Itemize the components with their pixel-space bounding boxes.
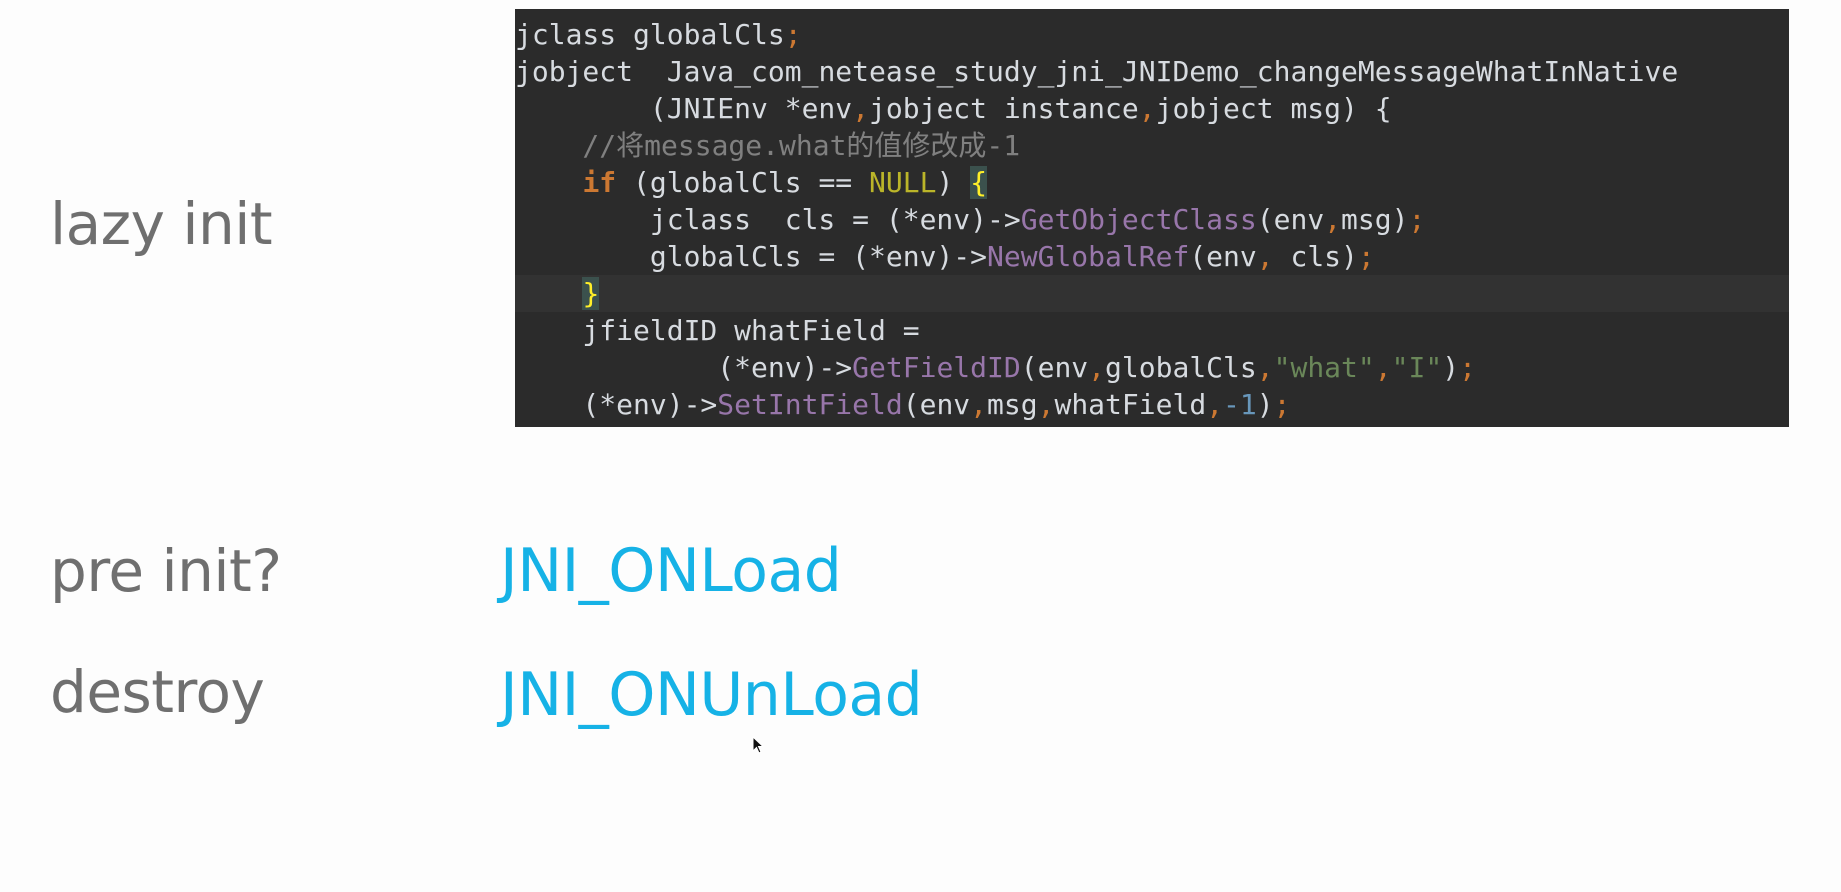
code-line: globalCls = (*env)->NewGlobalRef(env, cl… — [515, 240, 1375, 273]
pre-init-label: pre init? — [50, 537, 282, 605]
code-line: jclass cls = (*env)->GetObjectClass(env,… — [515, 203, 1426, 236]
destroy-label: destroy — [50, 658, 265, 726]
jni-onunload-text: JNI_ONUnLoad — [500, 660, 923, 730]
code-line: if (globalCls == NULL) { — [582, 166, 988, 199]
code-line: jclass globalCls; — [515, 18, 802, 51]
code-line-highlighted: } — [515, 275, 1789, 312]
code-line: //将message.what的值修改成-1 — [515, 129, 1021, 162]
code-line: (*env)->SetIntField(env,msg,whatField,-1… — [515, 388, 1291, 421]
code-line: jfieldID whatField = — [515, 314, 920, 347]
jni-onload-text: JNI_ONLoad — [500, 536, 842, 606]
code-snippet: jclass globalCls; jobject Java_com_netea… — [515, 9, 1789, 427]
code-line: (*env)->GetFieldID(env,globalCls,"what",… — [515, 351, 1476, 384]
lazy-init-label: lazy init — [50, 190, 273, 258]
slide: jclass globalCls; jobject Java_com_netea… — [0, 0, 1841, 892]
cropped-heading-fragment — [1548, 0, 1798, 4]
mouse-cursor-icon — [752, 736, 765, 754]
code-line: (JNIEnv *env,jobject instance,jobject ms… — [515, 92, 1392, 125]
code-line: jobject Java_com_netease_study_jni_JNIDe… — [515, 55, 1679, 88]
